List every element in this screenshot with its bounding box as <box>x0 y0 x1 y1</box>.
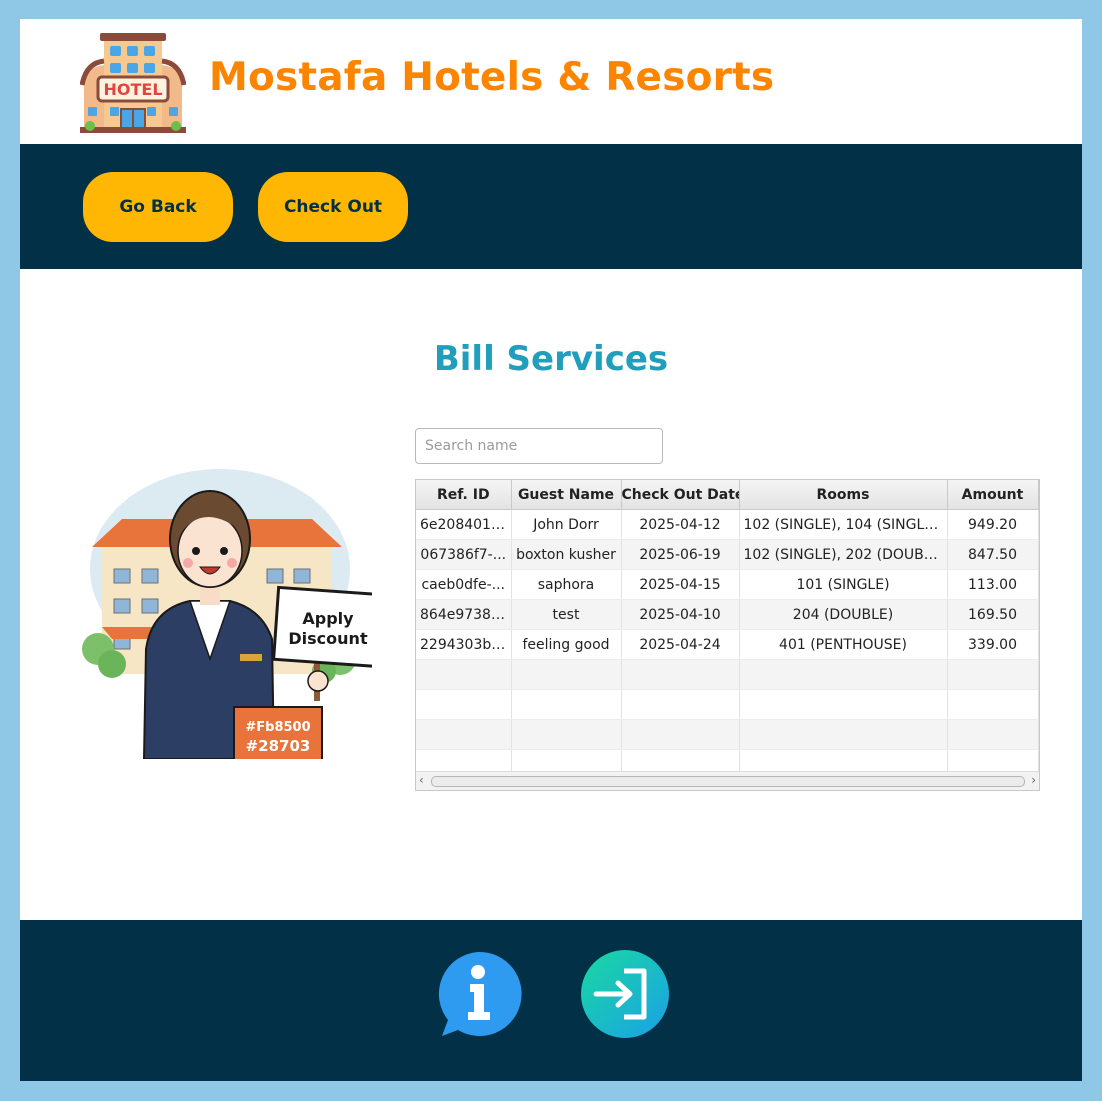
table-row[interactable]: caeb0dfe-... saphora 2025-04-15 101 (SIN… <box>416 569 1039 600</box>
go-back-button[interactable]: Go Back <box>83 172 233 242</box>
column-header-ref-id[interactable]: Ref. ID <box>416 480 512 510</box>
cell-amount: 339.00 <box>947 629 1039 660</box>
cell-amount: 169.50 <box>947 599 1039 630</box>
app-window: HOTEL Mostafa Hotels & Resorts Go Back C… <box>20 19 1082 1081</box>
empty-table-row <box>416 659 1039 690</box>
table-row[interactable]: 2294303b-... feeling good 2025-04-24 401… <box>416 629 1039 660</box>
hotel-building-icon: HOTEL <box>80 33 186 133</box>
footer <box>20 920 1082 1081</box>
cell-check-out-date: 2025-06-19 <box>621 539 740 570</box>
scroll-left-icon[interactable]: ‹ <box>419 773 424 787</box>
cell-ref-id: caeb0dfe-... <box>416 569 512 600</box>
page-title: Bill Services <box>433 339 669 379</box>
receptionist-discount-illustration: Apply Discount #Fb8500 #28703 <box>82 469 372 759</box>
cell-rooms: 204 (DOUBLE) <box>739 599 948 630</box>
column-header-check-out-date[interactable]: Check Out Date <box>621 480 740 510</box>
cell-amount: 847.50 <box>947 539 1039 570</box>
check-out-button[interactable]: Check Out <box>258 172 408 242</box>
column-header-amount[interactable]: Amount <box>947 480 1039 510</box>
cell-rooms: 102 (SINGLE), 104 (SINGLE), ... <box>739 509 948 540</box>
bill-table[interactable]: Ref. ID Guest Name Check Out Date Rooms … <box>415 479 1040 791</box>
cell-rooms: 101 (SINGLE) <box>739 569 948 600</box>
cell-amount: 113.00 <box>947 569 1039 600</box>
cell-rooms: 401 (PENTHOUSE) <box>739 629 948 660</box>
info-icon[interactable] <box>434 950 522 1038</box>
empty-table-row <box>416 689 1039 720</box>
table-row[interactable]: 864e9738-... test 2025-04-10 204 (DOUBLE… <box>416 599 1039 630</box>
scrollbar-thumb[interactable] <box>431 776 1025 787</box>
cell-rooms: 102 (SINGLE), 202 (DOUBLE) <box>739 539 948 570</box>
table-row[interactable]: 6e208401-... John Dorr 2025-04-12 102 (S… <box>416 509 1039 540</box>
header: HOTEL Mostafa Hotels & Resorts <box>20 19 1082 144</box>
svg-text:#28703: #28703 <box>246 737 311 755</box>
svg-text:HOTEL: HOTEL <box>103 80 162 99</box>
cell-guest-name: John Dorr <box>511 509 622 540</box>
svg-text:Apply: Apply <box>302 609 354 628</box>
cell-guest-name: saphora <box>511 569 622 600</box>
logout-icon[interactable] <box>580 949 670 1039</box>
cell-ref-id: 067386f7-... <box>416 539 512 570</box>
horizontal-scrollbar[interactable]: ‹ › <box>416 771 1039 790</box>
svg-text:Discount: Discount <box>288 629 368 648</box>
cell-guest-name: feeling good <box>511 629 622 660</box>
app-title: Mostafa Hotels & Resorts <box>209 55 775 100</box>
column-header-guest-name[interactable]: Guest Name <box>511 480 622 510</box>
cell-ref-id: 6e208401-... <box>416 509 512 540</box>
scroll-right-icon[interactable]: › <box>1031 773 1036 787</box>
table-header-row: Ref. ID Guest Name Check Out Date Rooms … <box>416 480 1039 510</box>
cell-ref-id: 2294303b-... <box>416 629 512 660</box>
column-header-rooms[interactable]: Rooms <box>739 480 948 510</box>
cell-ref-id: 864e9738-... <box>416 599 512 630</box>
cell-guest-name: test <box>511 599 622 630</box>
search-name-input[interactable] <box>415 428 663 464</box>
cell-guest-name: boxton kusher <box>511 539 622 570</box>
svg-text:#Fb8500: #Fb8500 <box>245 720 310 735</box>
table-row[interactable]: 067386f7-... boxton kusher 2025-06-19 10… <box>416 539 1039 570</box>
cell-check-out-date: 2025-04-10 <box>621 599 740 630</box>
empty-table-row <box>416 719 1039 750</box>
toolbar: Go Back Check Out <box>20 144 1082 269</box>
cell-check-out-date: 2025-04-12 <box>621 509 740 540</box>
cell-amount: 949.20 <box>947 509 1039 540</box>
cell-check-out-date: 2025-04-24 <box>621 629 740 660</box>
cell-check-out-date: 2025-04-15 <box>621 569 740 600</box>
